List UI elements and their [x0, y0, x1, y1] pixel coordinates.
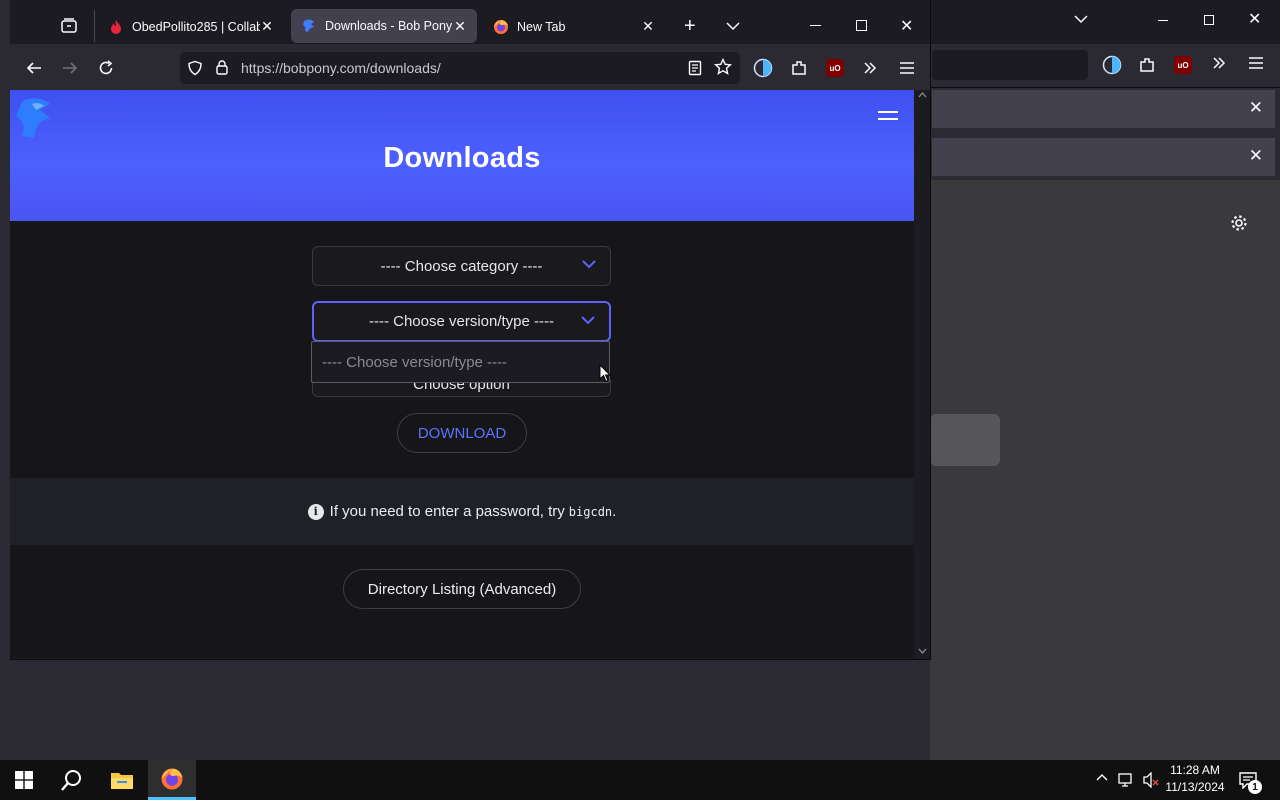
- tab-close-icon[interactable]: ✕: [641, 18, 655, 35]
- extensions-icon[interactable]: [790, 59, 808, 77]
- hamburger-menu-icon[interactable]: [878, 110, 898, 122]
- bobpony-logo-icon[interactable]: [12, 94, 60, 142]
- web-page: Downloads ---- Choose category ---- Choo…: [10, 90, 914, 658]
- taskbar-date[interactable]: 11/13/2024: [1160, 780, 1230, 794]
- tab-new-tab[interactable]: New Tab ✕: [483, 9, 665, 44]
- version-select-value: ---- Choose version/type ----: [368, 313, 555, 330]
- network-icon[interactable]: [1118, 772, 1136, 788]
- scroll-down-icon[interactable]: [918, 648, 927, 654]
- bobpony-logo-icon: [301, 18, 317, 34]
- password-code: bigcdn: [568, 504, 613, 519]
- maximize-icon[interactable]: [856, 20, 867, 31]
- search-icon: [61, 770, 81, 791]
- overflow-menu-icon[interactable]: [862, 60, 878, 76]
- mouse-cursor-icon: [599, 364, 611, 383]
- directory-listing-button[interactable]: Directory Listing (Advanced): [343, 569, 581, 609]
- info-icon: i: [307, 503, 324, 520]
- page-title: Downloads: [383, 142, 541, 174]
- lock-icon[interactable]: [215, 59, 229, 75]
- close-icon[interactable]: ✕: [1249, 98, 1263, 118]
- password-info-box: i If you need to enter a password, try b…: [10, 478, 914, 545]
- firefox-taskbar-button[interactable]: [148, 760, 196, 800]
- search-button[interactable]: [48, 760, 96, 800]
- list-all-tabs-icon[interactable]: [1074, 14, 1088, 24]
- reload-icon[interactable]: [93, 55, 119, 81]
- windows-icon: [15, 771, 33, 789]
- background-titlebar: ✕: [930, 0, 1280, 44]
- scroll-up-icon[interactable]: [918, 92, 927, 98]
- background-page-content: [930, 180, 1280, 760]
- minimize-icon[interactable]: [1158, 20, 1168, 21]
- chevron-down-icon: [582, 259, 596, 269]
- tab-title: New Tab: [517, 19, 566, 34]
- gear-icon[interactable]: [1230, 214, 1248, 232]
- version-dropdown-list: ---- Choose version/type ----: [311, 341, 610, 383]
- file-explorer-button[interactable]: [98, 760, 146, 800]
- new-tab-icon[interactable]: +: [684, 15, 696, 38]
- back-icon[interactable]: [21, 55, 47, 81]
- tab-collabvm[interactable]: ObedPollito285 | CollabVM ✕: [98, 9, 284, 44]
- firefox-icon: [161, 768, 183, 789]
- list-all-tabs-icon[interactable]: [726, 21, 740, 31]
- start-button[interactable]: [0, 760, 48, 800]
- info-text: If you need to enter a password, try: [329, 503, 565, 520]
- tab-divider: [94, 10, 95, 42]
- tab-close-icon[interactable]: ✕: [453, 18, 467, 35]
- firefox-icon: [493, 19, 509, 35]
- volume-muted-icon[interactable]: [1142, 772, 1160, 788]
- close-icon[interactable]: ✕: [1249, 146, 1263, 166]
- profile-icon[interactable]: [753, 58, 773, 78]
- minimize-icon[interactable]: [810, 25, 821, 26]
- tab-close-icon[interactable]: ✕: [260, 18, 274, 35]
- background-notification-bar: ✕: [932, 90, 1275, 128]
- background-url-field[interactable]: [932, 50, 1088, 80]
- forward-icon[interactable]: [57, 55, 83, 81]
- ublock-icon[interactable]: uO: [826, 59, 844, 77]
- ublock-icon[interactable]: uO: [1174, 56, 1192, 74]
- overflow-menu-icon[interactable]: [1211, 55, 1227, 71]
- folder-icon: [111, 773, 133, 789]
- version-select[interactable]: ---- Choose version/type ----: [312, 301, 611, 342]
- collabvm-flame-icon: [108, 19, 124, 35]
- dropdown-option[interactable]: ---- Choose version/type ----: [322, 354, 507, 371]
- category-select-value: ---- Choose category ----: [380, 257, 543, 275]
- close-window-icon[interactable]: ✕: [900, 16, 913, 36]
- close-window-icon[interactable]: ✕: [1248, 9, 1261, 29]
- hero-banner: Downloads: [10, 90, 914, 221]
- restore-icon[interactable]: [1204, 15, 1214, 25]
- firefox-view-icon[interactable]: [60, 17, 78, 35]
- extensions-icon[interactable]: [1138, 56, 1156, 74]
- bookmark-star-icon[interactable]: [714, 58, 732, 76]
- notification-count-badge: 1: [1248, 780, 1262, 794]
- profile-icon[interactable]: [1102, 55, 1122, 75]
- background-notification-bar: ✕: [932, 138, 1275, 176]
- tab-title: Downloads - Bob Pony: [325, 19, 453, 33]
- download-button[interactable]: DOWNLOAD: [397, 413, 527, 453]
- show-hidden-icons-chevron-icon[interactable]: [1096, 773, 1108, 781]
- tracking-protection-shield-icon[interactable]: [187, 60, 203, 76]
- tab-title: ObedPollito285 | CollabVM: [132, 19, 260, 34]
- info-suffix: .: [612, 503, 617, 520]
- background-card: [930, 414, 1000, 466]
- category-select[interactable]: ---- Choose category ----: [312, 246, 611, 286]
- tab-downloads[interactable]: Downloads - Bob Pony ✕: [291, 9, 477, 43]
- hamburger-menu-icon[interactable]: [899, 61, 915, 75]
- taskbar-time[interactable]: 11:28 AM: [1160, 763, 1230, 777]
- hamburger-menu-icon[interactable]: [1248, 56, 1264, 70]
- url-text[interactable]: https://bobpony.com/downloads/: [241, 60, 441, 76]
- chevron-down-icon: [581, 315, 595, 325]
- page-scrollbar[interactable]: [914, 90, 930, 658]
- reader-view-icon[interactable]: [688, 60, 702, 76]
